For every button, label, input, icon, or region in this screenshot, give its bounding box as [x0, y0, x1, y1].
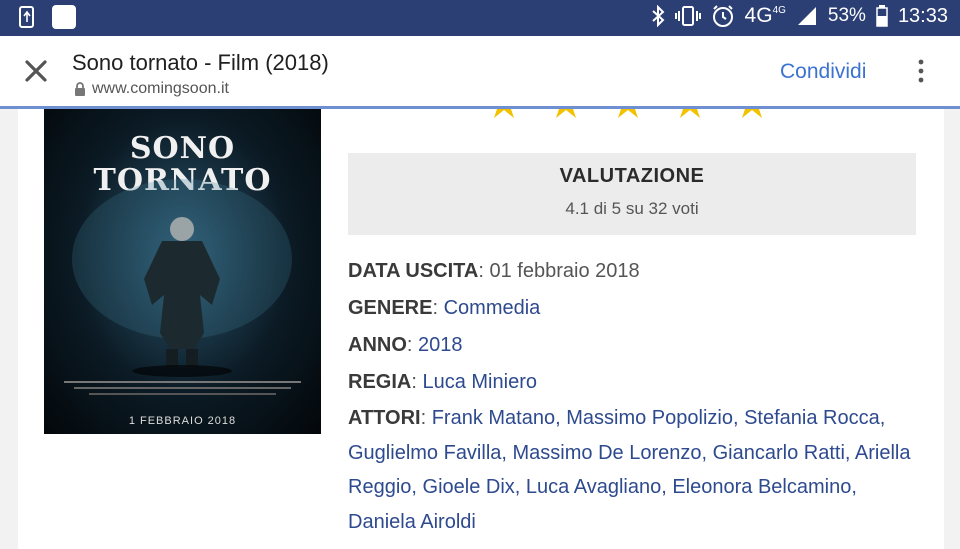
lock-icon: [75, 81, 85, 96]
star-icon: [674, 109, 706, 119]
separator: ,: [844, 441, 855, 464]
actor-link[interactable]: Luca Avagliano: [526, 476, 661, 498]
actor-link[interactable]: Frank Matano: [432, 407, 555, 429]
alarm-icon: [712, 5, 733, 27]
poster-credits: [64, 381, 301, 395]
bluetooth-icon: [651, 5, 664, 27]
battery-level: 53%: [827, 5, 866, 26]
movie-card: SONO TORNATO 1 FEBBRAIO 2018 VALUTAZIONE…: [18, 109, 944, 549]
star-icon: [612, 109, 644, 119]
page-title: Sono tornato - Film (2018): [72, 50, 329, 75]
separator: ,: [732, 407, 745, 429]
star-icon: [488, 109, 520, 119]
url-text: www.comingsoon.it: [92, 80, 229, 97]
vibrate-icon: [674, 6, 701, 26]
browser-toolbar: Sono tornato - Film (2018) www.comingsoo…: [0, 36, 960, 109]
year-link[interactable]: 2018: [418, 334, 463, 356]
detail-year: ANNO: 2018: [348, 334, 463, 356]
separator: ,: [411, 476, 423, 498]
share-button[interactable]: Condividi: [780, 60, 866, 84]
actor-link[interactable]: Stefania Rocca: [744, 407, 880, 429]
signal-icon: [797, 7, 816, 25]
poster-release-date: 1 FEBBRAIO 2018: [128, 415, 237, 427]
data-saver-icon: [19, 6, 34, 28]
actor-link[interactable]: Daniela Airoldi: [348, 511, 476, 533]
detail-label: GENERE: [348, 297, 433, 319]
battery-icon: [876, 5, 888, 27]
rating-value: 4.1 di 5 su 32 voti: [565, 199, 699, 218]
url-display[interactable]: www.comingsoon.it: [74, 80, 229, 98]
movie-poster[interactable]: SONO TORNATO 1 FEBBRAIO 2018: [44, 109, 321, 434]
separator: ,: [701, 441, 713, 464]
star-icon: [550, 109, 582, 119]
separator: ,: [879, 407, 886, 429]
rating-box: VALUTAZIONE 4.1 di 5 su 32 voti: [348, 153, 916, 235]
detail-cast: ATTORI: Frank Matano, Massimo Popolizio,…: [348, 407, 911, 533]
separator: ,: [501, 441, 513, 464]
status-bar: 4G 4G 53% 13:33: [0, 0, 960, 36]
separator: ,: [514, 476, 526, 498]
more-options-icon[interactable]: [912, 56, 930, 86]
separator: ,: [661, 476, 673, 498]
star-icon: [736, 109, 768, 119]
rating-title: VALUTAZIONE: [559, 165, 705, 187]
actor-link[interactable]: Gioele Dix: [423, 476, 515, 498]
detail-director: REGIA: Luca Miniero: [348, 371, 537, 393]
separator: ,: [555, 407, 567, 429]
cast-label: ATTORI: [348, 407, 421, 429]
detail-value: 01 febbraio 2018: [489, 260, 640, 282]
genre-link[interactable]: Commedia: [444, 297, 541, 319]
actor-link[interactable]: Giancarlo Ratti: [713, 442, 845, 464]
app-notification-icon: [52, 5, 76, 29]
detail-genre: GENERE: Commedia: [348, 297, 541, 319]
actor-link[interactable]: Massimo Popolizio: [566, 407, 733, 429]
separator: ,: [851, 476, 857, 498]
close-icon[interactable]: [18, 53, 54, 89]
detail-release-date: DATA USCITA: 01 febbraio 2018: [348, 260, 640, 282]
network-type: 4G: [744, 4, 773, 27]
director-link[interactable]: Luca Miniero: [422, 371, 537, 393]
actor-link[interactable]: Guglielmo Favilla: [348, 442, 501, 464]
actor-link[interactable]: Massimo De Lorenzo: [513, 442, 702, 464]
actor-link[interactable]: Eleonora Belcamino: [672, 476, 851, 498]
movie-details: DATA USCITA: 01 febbraio 2018 GENERE: Co…: [348, 253, 928, 539]
network-badge: 4G: [772, 5, 786, 16]
detail-label: ANNO: [348, 334, 407, 356]
rating-stars: [488, 109, 768, 119]
detail-label: REGIA: [348, 371, 412, 393]
clock: 13:33: [897, 4, 948, 27]
detail-label: DATA USCITA: [348, 260, 479, 282]
